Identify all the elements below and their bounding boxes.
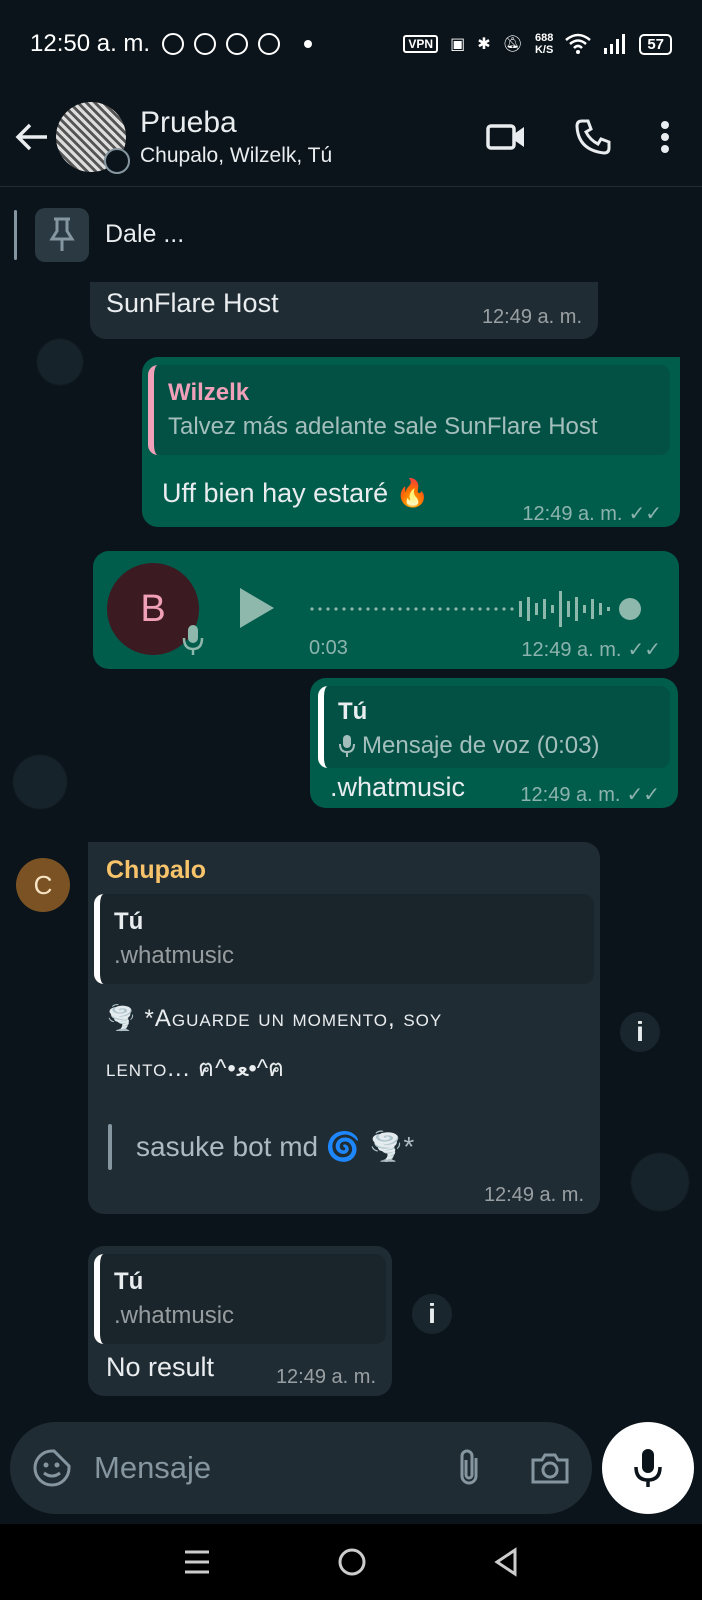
message-time: 12:49 a. m.: [481, 306, 582, 328]
pinned-message-bar[interactable]: Dale ...: [0, 186, 702, 282]
message-bubble-outgoing[interactable]: Wilzelk Talvez más adelante sale SunFlar…: [142, 357, 680, 527]
pinned-text: Dale ...: [105, 220, 185, 248]
quoted-sender: Tú: [114, 908, 144, 935]
pin-icon: [35, 207, 89, 262]
message-composer[interactable]: Mensaje: [10, 1422, 592, 1514]
read-ticks-icon: ✓✓: [626, 784, 660, 806]
quoted-sender: Tú: [338, 698, 368, 725]
video-call-icon[interactable]: [486, 122, 526, 152]
bluetooth-icon: ✱: [477, 36, 491, 53]
message-time: 12:49 a. m.: [522, 503, 623, 525]
quoted-voice-label: Mensaje de voz (0:03): [362, 732, 600, 759]
sender-avatar[interactable]: C: [16, 858, 70, 912]
back-nav-icon[interactable]: [493, 1547, 519, 1577]
instagram-icon: [258, 33, 281, 55]
message-bubble-incoming[interactable]: Chupalo Tú .whatmusic 🌪️ *Aguarde un mom…: [88, 842, 600, 1214]
quoted-text: .whatmusic: [114, 942, 235, 969]
message-text: Uff bien hay estaré 🔥: [162, 478, 430, 508]
message-bubble-incoming[interactable]: Tú .whatmusic No result 12:49 a. m.: [88, 1246, 392, 1396]
message-text: .whatmusic: [330, 772, 466, 802]
group-avatar[interactable]: [56, 102, 130, 174]
quoted-message[interactable]: Tú Mensaje de voz (0:03): [318, 686, 670, 768]
more-options-icon[interactable]: [660, 120, 670, 154]
wifi-icon: [565, 33, 592, 54]
speed-value: 688: [534, 32, 554, 44]
camera-icon[interactable]: [530, 1451, 570, 1485]
voice-message-bubble[interactable]: B 0:03 12:49 a. m. ✓✓: [93, 551, 679, 669]
signal-icon: [604, 34, 626, 54]
waveform[interactable]: [308, 589, 648, 629]
mic-icon: [182, 625, 204, 655]
back-button[interactable]: [14, 119, 50, 155]
mic-icon: [634, 1449, 662, 1487]
read-ticks-icon: ✓✓: [627, 639, 661, 661]
composer-actions: [456, 1448, 570, 1488]
avatar-letter: B: [140, 587, 166, 630]
battery-icon: 57: [639, 33, 672, 55]
disappearing-timer-icon: [104, 148, 130, 174]
play-icon[interactable]: [238, 586, 276, 630]
telegram-icon: [226, 33, 249, 55]
quoted-text: .whatmusic: [114, 1302, 235, 1329]
vpn-icon: VPN: [403, 35, 439, 53]
message-text-line: sasuke bot md 🌀 🌪️*: [136, 1131, 415, 1162]
whatsapp-icon: [162, 33, 185, 55]
home-icon[interactable]: [337, 1547, 367, 1577]
notification-icons: [162, 33, 313, 55]
system-icons: VPN ▣ ✱ 🔕︎ 688 K/S 57: [403, 32, 672, 56]
status-time: 12:50 a. m.: [30, 30, 151, 57]
avatar-letter: C: [33, 869, 53, 900]
quoted-sender: Tú: [114, 1268, 144, 1295]
chat-title: Prueba: [140, 106, 237, 139]
blockquote-bar: [108, 1124, 112, 1170]
arrow-left-icon: [15, 123, 47, 151]
mute-bell-icon: 🔕︎: [502, 36, 523, 53]
voice-duration: 0:03: [309, 637, 348, 659]
status-bar: 12:50 a. m. VPN ▣ ✱ 🔕︎ 688 K/S 57: [0, 0, 702, 88]
recent-apps-icon[interactable]: [183, 1549, 211, 1575]
quoted-sender: Wilzelk: [168, 379, 250, 406]
nfc-icon: ▣: [450, 36, 466, 53]
message-text-line: lento... ฅ^•ﻌ•^ฅ: [106, 1055, 286, 1082]
quoted-text: Mensaje de voz (0:03): [324, 726, 670, 760]
system-navigation-bar: [0, 1524, 702, 1600]
network-speed: 688 K/S: [535, 32, 553, 56]
quoted-message[interactable]: Tú .whatmusic: [94, 1254, 386, 1344]
sender-name: Chupalo: [106, 856, 206, 884]
info-button[interactable]: i: [620, 1012, 660, 1052]
header-actions: [486, 118, 670, 156]
read-ticks-icon: ✓✓: [628, 503, 662, 525]
message-meta: 12:49 a. m. ✓✓: [521, 637, 661, 662]
chat-header: Prueba Chupalo, Wilzelk, Tú: [0, 88, 702, 186]
message-bubble-outgoing[interactable]: Tú Mensaje de voz (0:03) .whatmusic 12:4…: [310, 678, 678, 808]
quoted-text: Talvez más adelante sale SunFlare Host: [168, 413, 598, 440]
message-input[interactable]: Mensaje: [94, 1450, 211, 1486]
message-meta: 12:49 a. m. ✓✓: [522, 501, 662, 526]
more-notifications-dot-icon: [304, 40, 313, 48]
info-button[interactable]: i: [412, 1294, 452, 1334]
voice-call-icon[interactable]: [574, 118, 612, 156]
chat-participants: Chupalo, Wilzelk, Tú: [140, 144, 333, 167]
message-text-line: 🌪️ *Aguarde un momento, soy: [106, 1005, 443, 1032]
quoted-message[interactable]: Tú .whatmusic: [94, 894, 594, 984]
quoted-message[interactable]: Wilzelk Talvez más adelante sale SunFlar…: [148, 365, 670, 455]
message-time: 12:49 a. m.: [520, 784, 621, 806]
message-time: 12:49 a. m.: [521, 639, 622, 661]
chat-info[interactable]: Prueba Chupalo, Wilzelk, Tú: [140, 106, 332, 168]
message-meta: 12:49 a. m. ✓✓: [520, 782, 660, 807]
sticker-icon[interactable]: [32, 1448, 72, 1488]
record-voice-button[interactable]: [602, 1422, 694, 1514]
attach-icon[interactable]: [456, 1448, 482, 1488]
mic-icon: [339, 735, 355, 757]
message-list[interactable]: SunFlare Host 12:49 a. m. Wilzelk Talvez…: [0, 282, 702, 1412]
message-time: 12:49 a. m.: [483, 1184, 584, 1206]
message-text: No result: [106, 1352, 215, 1382]
message-text: SunFlare Host: [106, 288, 279, 318]
message-bubble-incoming[interactable]: SunFlare Host 12:49 a. m.: [90, 282, 598, 339]
facebook-icon: [194, 33, 217, 55]
pinned-indicator: [14, 209, 17, 260]
speed-unit: K/S: [534, 44, 554, 56]
message-time: 12:49 a. m.: [275, 1366, 376, 1388]
